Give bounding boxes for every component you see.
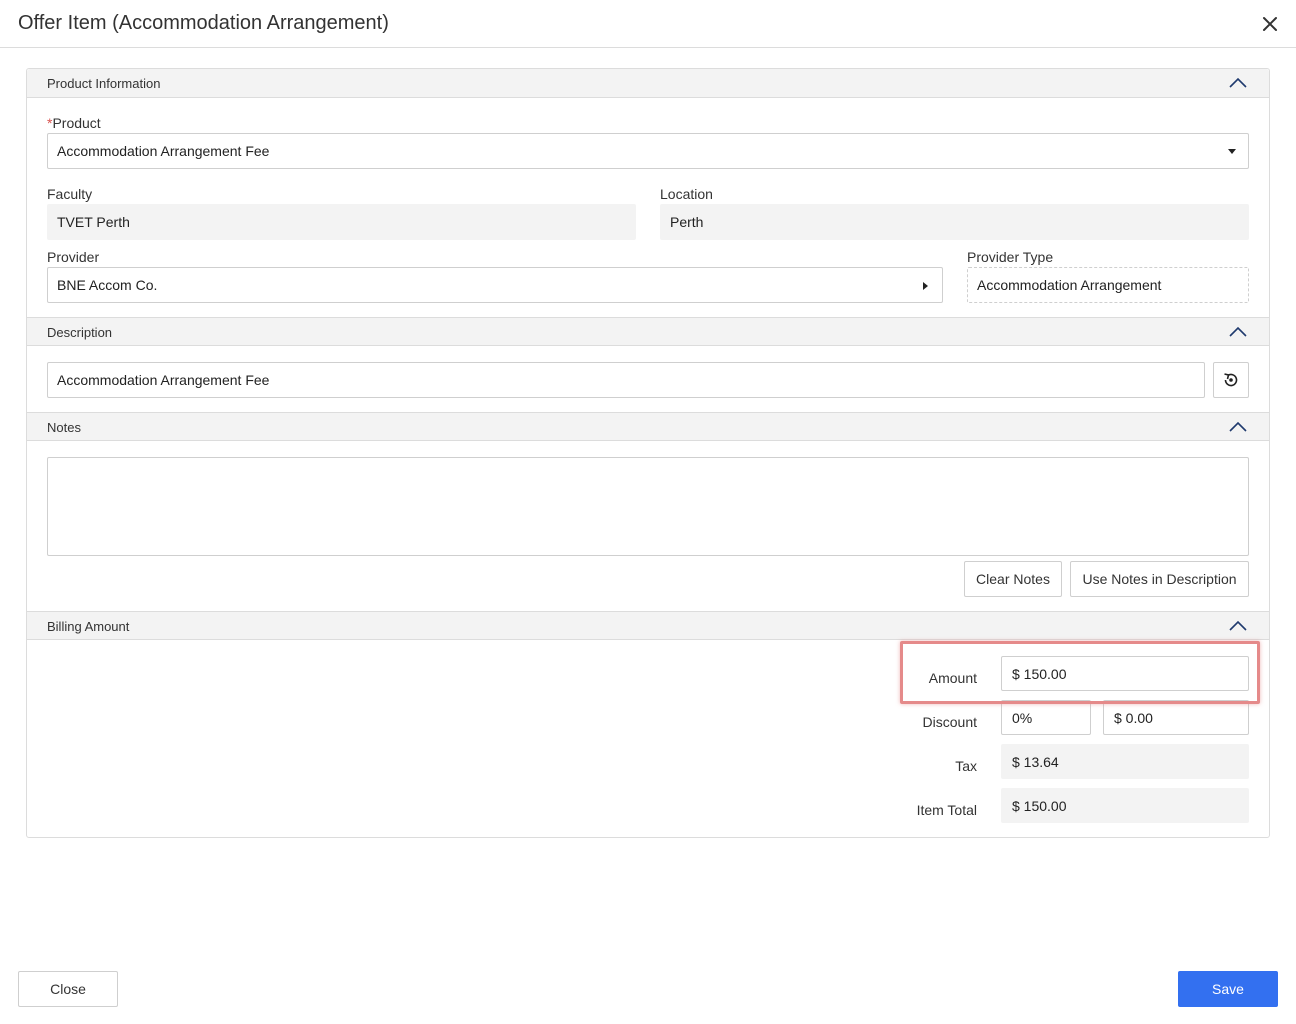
item-total-field: $ 150.00 [1001, 788, 1249, 823]
save-button[interactable]: Save [1178, 971, 1278, 1007]
provider-label: Provider [47, 249, 100, 265]
provider-type-label: Provider Type [967, 249, 1054, 265]
chevron-up-icon[interactable] [1229, 619, 1247, 631]
section-title: Description [47, 325, 113, 340]
location-field: Perth [660, 204, 1249, 240]
description-input[interactable]: Accommodation Arrangement Fee [47, 362, 1205, 398]
location-label: Location [660, 186, 713, 202]
faculty-field: TVET Perth [47, 204, 636, 240]
amount-value: $ 150.00 [1012, 666, 1067, 682]
discount-amount-input[interactable]: $ 0.00 [1103, 700, 1249, 735]
provider-value: BNE Accom Co. [57, 277, 158, 293]
description-value: Accommodation Arrangement Fee [57, 372, 270, 388]
section-title: Product Information [47, 76, 161, 91]
section-header-notes[interactable]: Notes [27, 412, 1269, 441]
notes-textarea[interactable] [47, 457, 1249, 556]
dialog-header: Offer Item (Accommodation Arrangement) [0, 0, 1296, 48]
item-total-label: Item Total [916, 802, 977, 818]
tax-field: $ 13.64 [1001, 744, 1249, 779]
tax-value: $ 13.64 [1012, 754, 1059, 770]
close-button[interactable]: Close [18, 971, 118, 1007]
close-icon[interactable] [1258, 12, 1282, 36]
dialog-title: Offer Item (Accommodation Arrangement) [18, 12, 389, 34]
section-title: Billing Amount [47, 619, 130, 634]
discount-amount-value: $ 0.00 [1114, 710, 1153, 726]
chevron-up-icon[interactable] [1229, 420, 1247, 432]
amount-label: Amount [928, 670, 977, 686]
reset-description-button[interactable] [1213, 362, 1249, 398]
clear-notes-button[interactable]: Clear Notes [964, 561, 1062, 597]
chevron-up-icon[interactable] [1229, 325, 1247, 337]
amount-input[interactable]: $ 150.00 [1001, 656, 1249, 691]
caret-right-icon [923, 282, 928, 290]
provider-type-value: Accommodation Arrangement [977, 277, 1162, 293]
use-notes-in-description-button[interactable]: Use Notes in Description [1070, 561, 1249, 597]
provider-lookup[interactable]: BNE Accom Co. [47, 267, 943, 303]
section-header-billing-amount[interactable]: Billing Amount [27, 611, 1269, 640]
product-value: Accommodation Arrangement Fee [57, 143, 270, 159]
faculty-label: Faculty [47, 186, 93, 202]
product-label: *Product [47, 115, 101, 131]
section-header-product-information[interactable]: Product Information [27, 69, 1269, 98]
section-title: Notes [47, 420, 81, 435]
discount-percent-input[interactable]: 0% [1001, 700, 1091, 735]
tax-label: Tax [955, 758, 977, 774]
faculty-value: TVET Perth [57, 214, 130, 230]
discount-percent-value: 0% [1012, 710, 1033, 726]
location-value: Perth [670, 214, 704, 230]
section-header-description[interactable]: Description [27, 317, 1269, 346]
product-select[interactable]: Accommodation Arrangement Fee [47, 133, 1249, 169]
reset-icon [1224, 373, 1238, 387]
item-total-value: $ 150.00 [1012, 798, 1067, 814]
provider-type-field: Accommodation Arrangement [967, 267, 1249, 303]
discount-label: Discount [922, 714, 977, 730]
product-label-text: Product [52, 115, 101, 131]
offer-item-panel: Product Information *Product Accommodati… [26, 68, 1270, 838]
caret-down-icon [1228, 149, 1236, 154]
chevron-up-icon[interactable] [1229, 76, 1247, 88]
